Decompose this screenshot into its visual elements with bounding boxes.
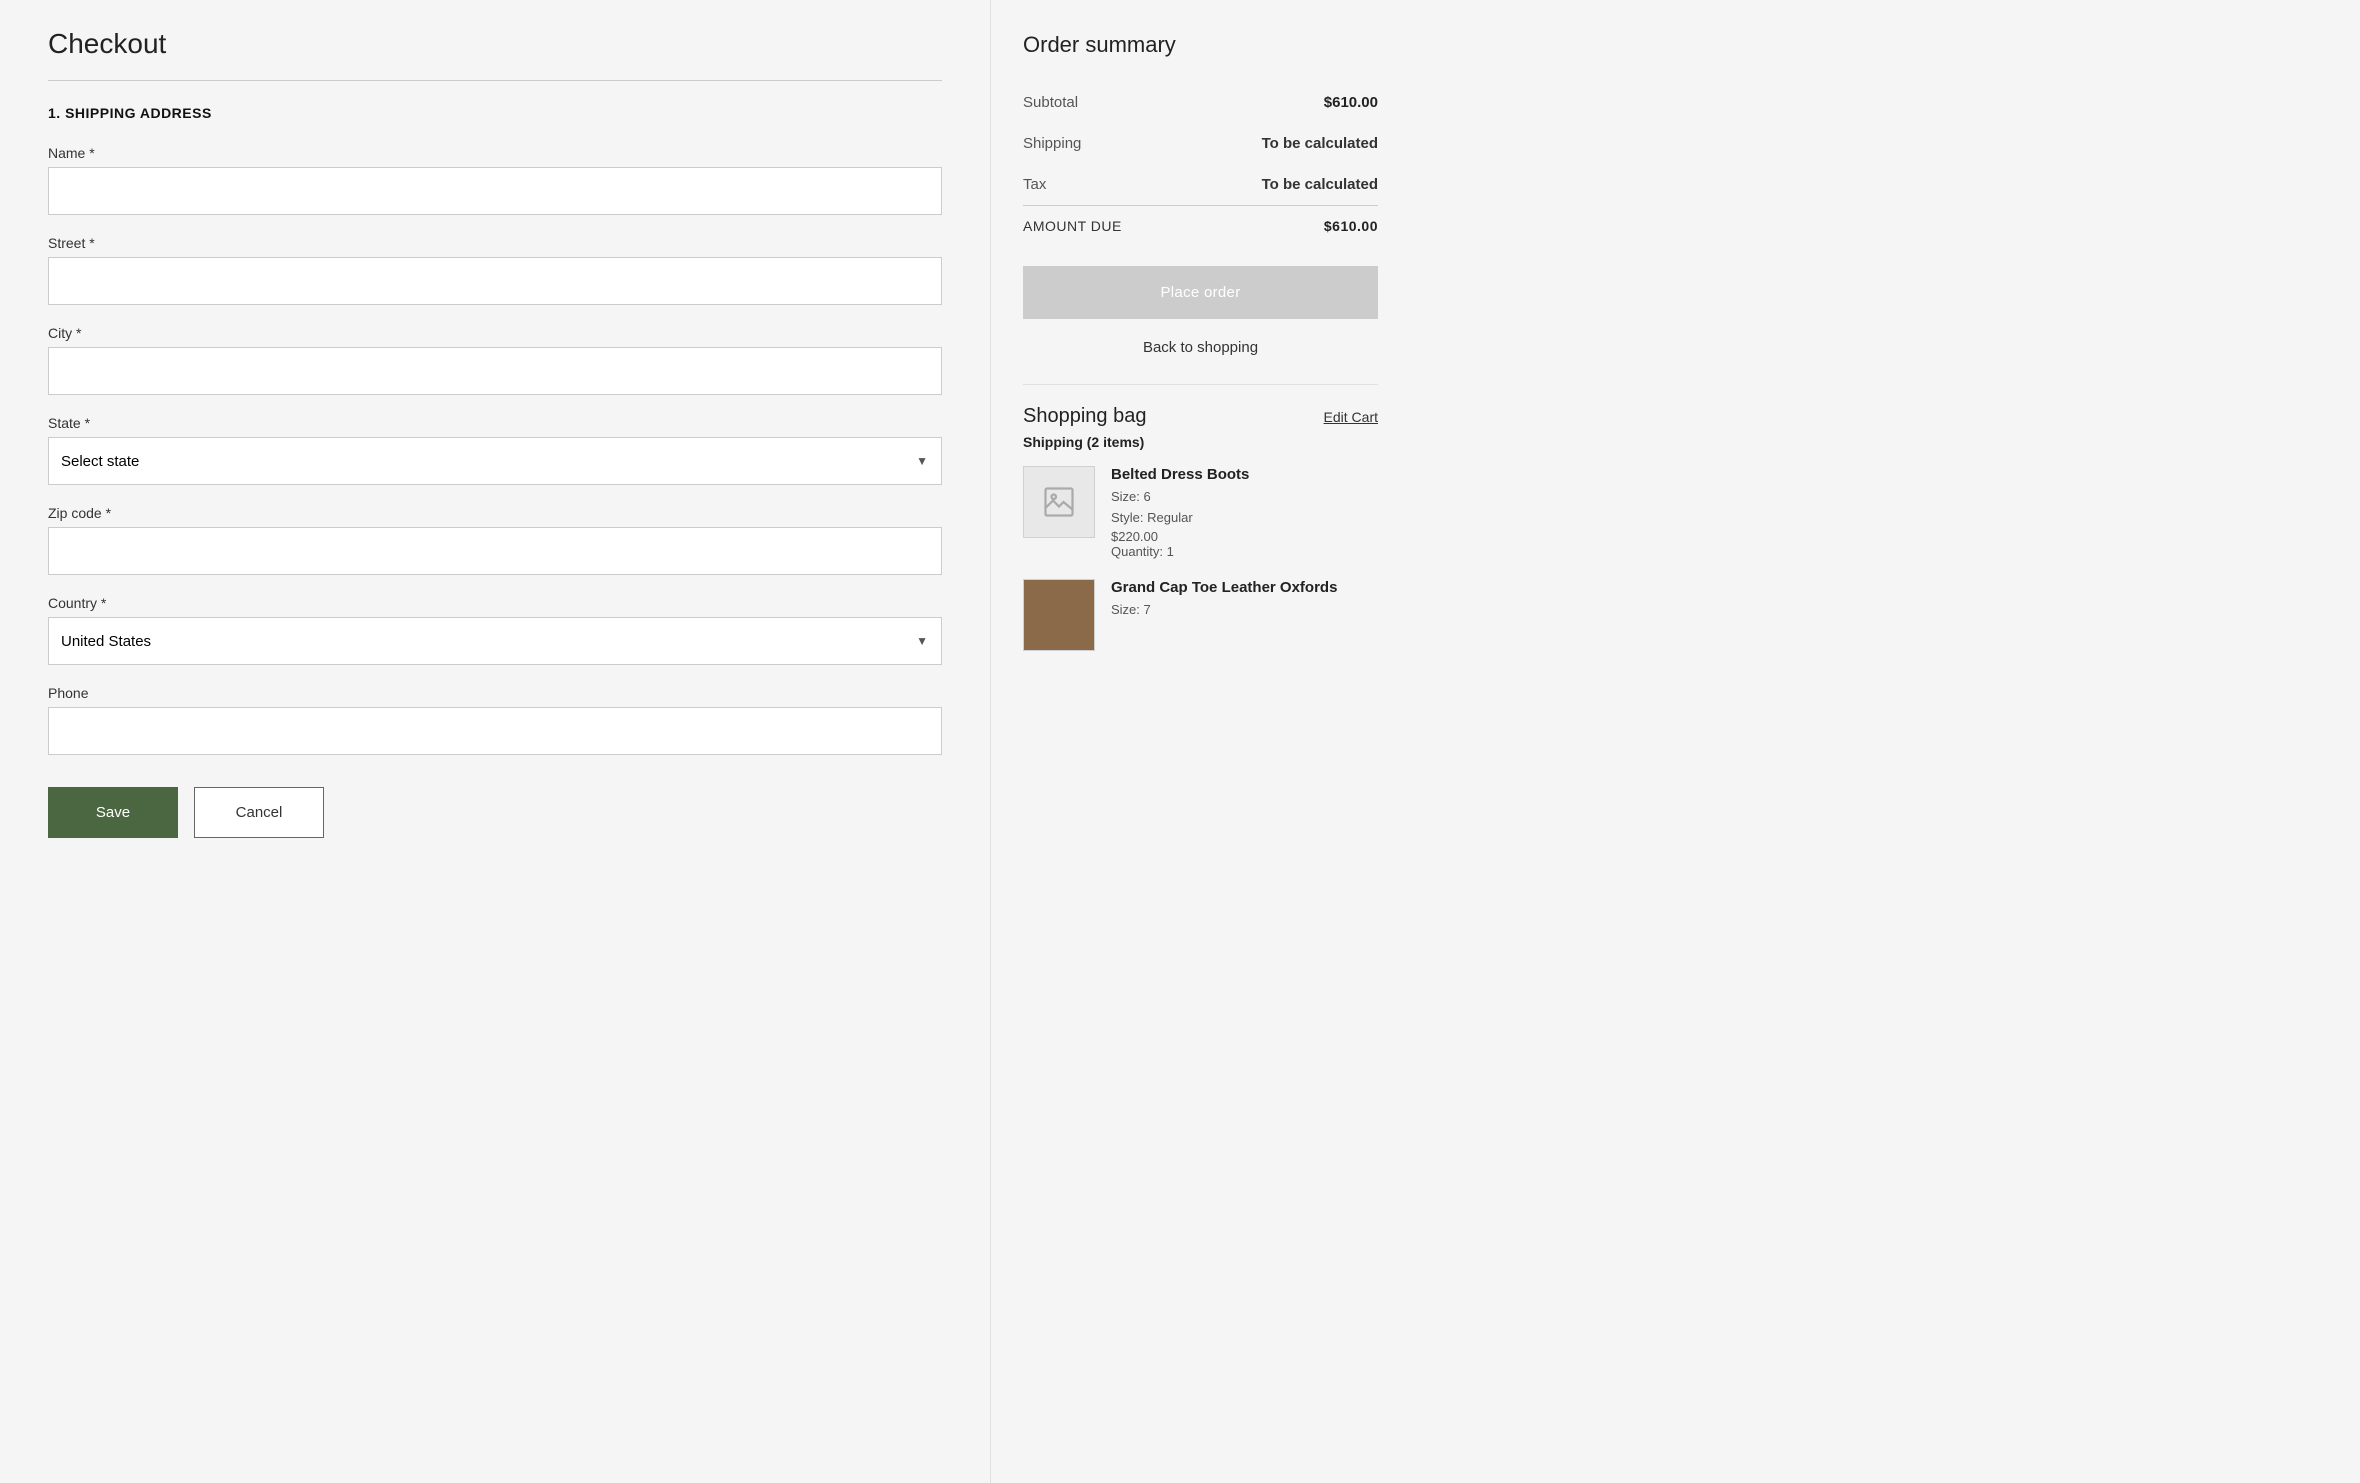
product-size-2: Size: 7 (1111, 600, 1378, 621)
product-style-1: Style: Regular (1111, 508, 1378, 529)
product-qty-1: Quantity: 1 (1111, 544, 1378, 559)
state-field-group: State * Select state Alabama Alaska Ariz… (48, 415, 942, 485)
edit-cart-link[interactable]: Edit Cart (1324, 409, 1378, 425)
state-select-wrapper: Select state Alabama Alaska Arizona Cali… (48, 437, 942, 485)
shipping-items-label: Shipping (2 items) (1023, 434, 1378, 450)
cancel-button[interactable]: Cancel (194, 787, 324, 838)
order-row-tax: Tax To be calculated (1023, 164, 1378, 205)
header-divider (48, 80, 942, 81)
subtotal-value: $610.00 (1324, 94, 1378, 111)
order-row-shipping: Shipping To be calculated (1023, 123, 1378, 164)
product-name-1: Belted Dress Boots (1111, 466, 1378, 483)
section-number: 1. (48, 105, 61, 121)
phone-label: Phone (48, 685, 942, 701)
country-field-group: Country * United States Canada United Ki… (48, 595, 942, 665)
product-image-2 (1023, 579, 1095, 651)
name-input[interactable] (48, 167, 942, 215)
save-button[interactable]: Save (48, 787, 178, 838)
tax-value: To be calculated (1262, 176, 1378, 193)
product-price-1: $220.00 (1111, 529, 1378, 544)
order-row-total: AMOUNT DUE $610.00 (1023, 205, 1378, 246)
city-label: City * (48, 325, 942, 341)
order-row-subtotal: Subtotal $610.00 (1023, 82, 1378, 123)
name-field-group: Name * (48, 145, 942, 215)
sidebar-divider (1023, 384, 1378, 385)
shopping-bag-header: Shopping bag Edit Cart (1023, 405, 1378, 428)
country-label: Country * (48, 595, 942, 611)
street-input[interactable] (48, 257, 942, 305)
phone-field-group: Phone (48, 685, 942, 755)
sidebar: Order summary Subtotal $610.00 Shipping … (990, 0, 1410, 1483)
image-placeholder-icon (1041, 484, 1077, 520)
country-select-wrapper: United States Canada United Kingdom Aust… (48, 617, 942, 665)
product-item-1: Belted Dress Boots Size: 6 Style: Regula… (1023, 466, 1378, 559)
amount-due-label: AMOUNT DUE (1023, 218, 1122, 234)
place-order-button[interactable]: Place order (1023, 266, 1378, 319)
product-details-2: Grand Cap Toe Leather Oxfords Size: 7 (1111, 579, 1378, 651)
state-label: State * (48, 415, 942, 431)
product-size-1: Size: 6 (1111, 487, 1378, 508)
product-name-2: Grand Cap Toe Leather Oxfords (1111, 579, 1378, 596)
name-label: Name * (48, 145, 942, 161)
product-image-1 (1023, 466, 1095, 538)
zip-label: Zip code * (48, 505, 942, 521)
street-label: Street * (48, 235, 942, 251)
tax-label: Tax (1023, 176, 1046, 193)
city-field-group: City * (48, 325, 942, 395)
amount-due-value: $610.00 (1324, 218, 1378, 234)
zip-input[interactable] (48, 527, 942, 575)
order-summary-title: Order summary (1023, 32, 1378, 58)
country-select[interactable]: United States Canada United Kingdom Aust… (48, 617, 942, 665)
page-title: Checkout (48, 28, 942, 60)
shipping-value: To be calculated (1262, 135, 1378, 152)
street-field-group: Street * (48, 235, 942, 305)
city-input[interactable] (48, 347, 942, 395)
subtotal-label: Subtotal (1023, 94, 1078, 111)
section-title-text: SHIPPING ADDRESS (65, 105, 212, 121)
shipping-label: Shipping (1023, 135, 1081, 152)
state-select[interactable]: Select state Alabama Alaska Arizona Cali… (48, 437, 942, 485)
phone-input[interactable] (48, 707, 942, 755)
shopping-bag-title: Shopping bag (1023, 405, 1146, 428)
product-details-1: Belted Dress Boots Size: 6 Style: Regula… (1111, 466, 1378, 559)
form-buttons: Save Cancel (48, 787, 942, 838)
back-to-shopping-button[interactable]: Back to shopping (1023, 331, 1378, 364)
zip-field-group: Zip code * (48, 505, 942, 575)
product-item-2: Grand Cap Toe Leather Oxfords Size: 7 (1023, 579, 1378, 651)
section-title: 1. SHIPPING ADDRESS (48, 105, 942, 121)
